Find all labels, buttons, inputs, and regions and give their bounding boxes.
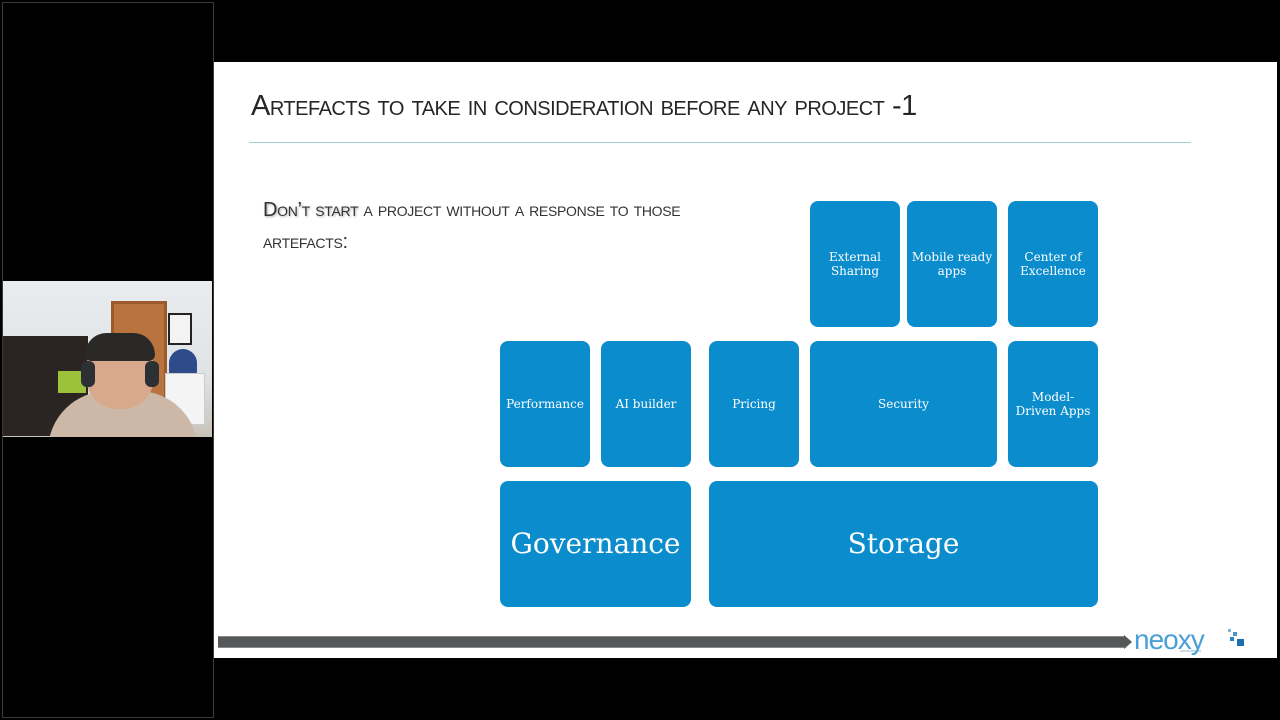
box-mobile-ready-apps: Mobile ready apps [907,201,997,327]
box-storage: Storage [709,481,1098,607]
title-divider [249,142,1191,143]
presenter-hair [85,333,155,361]
title-initial: A [251,90,270,122]
logo-pixel-icon [1228,629,1246,651]
footer-arrow-bar [218,636,1124,648]
subtitle-emphasis: Don’t start [263,199,359,221]
presentation-slide: Artefacts to take in consideration befor… [214,62,1277,658]
wall-picture [168,313,192,345]
box-pricing: Pricing [709,341,799,467]
headset-icon [145,361,159,387]
arrow-head-icon [1124,635,1132,649]
headset-icon [81,361,95,387]
slide-subtitle: Don’t start a project without a response… [263,194,733,258]
box-performance: Performance [500,341,590,467]
box-security: Security [810,341,997,467]
slide-title: Artefacts to take in consideration befor… [251,90,917,123]
box-external-sharing: External Sharing [810,201,900,327]
webcam-video [3,281,212,437]
box-governance: Governance [500,481,691,607]
box-model-driven-apps: Model-Driven Apps [1008,341,1098,467]
logo-tagline: consultancy [1180,648,1202,653]
title-text: rtefacts to take in consideration before… [269,90,917,122]
box-ai-builder: AI builder [601,341,691,467]
box-center-of-excellence: Center of Excellence [1008,201,1098,327]
